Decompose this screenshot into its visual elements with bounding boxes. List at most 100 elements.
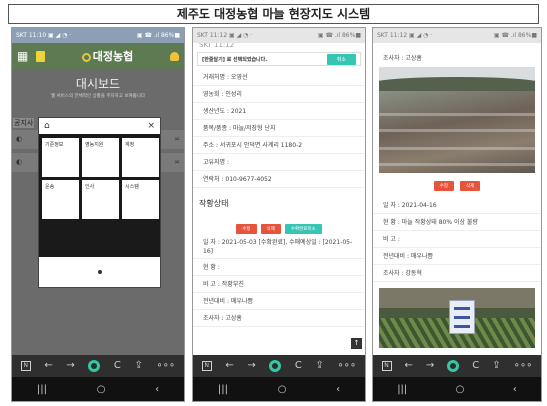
home-icon[interactable]	[269, 360, 282, 372]
field-customer: 거래처명 : 오영선	[193, 69, 365, 86]
app-logo: 대정농협	[45, 48, 170, 64]
back-arrow-icon[interactable]: ←	[405, 355, 413, 377]
field-investigator-top: 조사자 : 고상흠	[383, 55, 422, 62]
browser-nav-bar: N ← → C ⇪ ∘∘∘	[12, 355, 184, 377]
cancel-button[interactable]: 취소	[326, 53, 356, 65]
back-arrow-icon[interactable]: ←	[225, 355, 233, 377]
photo-content: 조사자 : 고상흠 수정 삭제 일 자 : 2021-04-16 현 황 : 마…	[373, 43, 541, 355]
grid-menu-icon[interactable]: ▦	[17, 49, 31, 63]
phone-dashboard-screen: SKT 11:10 ▣ ◢ ◔ · ▣ ☎ .ıl 86%■ ▦ 대정농협 대시…	[11, 27, 185, 402]
status-right: ▣ ☎ .ıl 86%■	[136, 32, 180, 39]
app-name: 대정농협	[92, 50, 134, 63]
system-back-icon[interactable]: ‹	[336, 384, 340, 395]
share-icon[interactable]: ⇪	[134, 355, 142, 377]
menu-item-account[interactable]: 계정	[122, 138, 159, 177]
field-place-name: 고유지명 :	[193, 154, 365, 171]
browser-nav-bar: N ← → C ⇪ ∘∘∘	[373, 355, 541, 377]
dashboard-title: 대시보드	[75, 77, 121, 91]
field-photo-2[interactable]	[379, 288, 535, 348]
edit-button[interactable]: 수정	[236, 224, 257, 234]
system-home-icon[interactable]: ○	[456, 384, 465, 395]
action-buttons: 수정 삭제 수확완료취소	[193, 218, 365, 238]
notice-label: 공지사	[13, 118, 35, 128]
status-right: ▣ ☎ .ıl 86%■	[493, 32, 537, 39]
home-icon[interactable]	[88, 360, 101, 372]
modal-header: ⌂ ×	[39, 118, 160, 134]
system-home-icon[interactable]: ○	[97, 384, 106, 395]
field-year: 생산년도 : 2021	[193, 103, 365, 120]
field-yoy: 전년대비 : 매우나쁨	[193, 293, 365, 310]
menu-item-system[interactable]: 시스템	[122, 180, 159, 219]
system-home-icon[interactable]: ○	[278, 384, 287, 395]
forward-arrow-icon[interactable]: →	[247, 355, 255, 377]
back-arrow-icon[interactable]: ←	[44, 355, 52, 377]
field-date: 일 자 : 2021-04-16	[373, 197, 541, 214]
chevron-icon: ≍	[174, 158, 180, 166]
system-back-icon[interactable]: ‹	[513, 384, 517, 395]
tabs-icon[interactable]: N	[201, 361, 212, 371]
field-investigator: 조사자 : 강동혁	[373, 265, 541, 282]
field-farm-group: 영농회 : 인성리	[193, 86, 365, 103]
chevron-icon: ≍	[174, 135, 180, 143]
share-icon[interactable]: ⇪	[492, 355, 500, 377]
menu-item-personnel[interactable]: 인사	[82, 180, 119, 219]
status-bar: SKT 11:12 ▣ ◢ ◔ · ▣ ☎ .ıl 86%■	[373, 28, 541, 43]
document-icon[interactable]	[36, 50, 45, 62]
detail-content: SKT 11:12 [한줄달기] 로 선택되었습니다. 취소 거래처명 : 오영…	[193, 43, 365, 355]
photo-stripe	[379, 147, 535, 150]
close-icon[interactable]: ×	[147, 121, 155, 131]
recent-apps-icon[interactable]: |||	[37, 384, 47, 395]
selection-alert: [한줄달기] 로 선택되었습니다. 취소	[197, 52, 361, 66]
more-icon[interactable]: ∘∘∘	[514, 355, 533, 377]
status-left: SKT 11:12 ▣ ◢ ◔ ·	[197, 32, 253, 39]
field-remark: 비 고 :	[373, 231, 541, 248]
status-bar: SKT 11:10 ▣ ◢ ◔ · ▣ ☎ .ıl 86%■	[12, 28, 184, 43]
field-photo[interactable]	[379, 67, 535, 173]
reload-icon[interactable]: C	[114, 355, 121, 377]
menu-item-transport[interactable]: 운송	[42, 180, 79, 219]
edit-button[interactable]: 수정	[433, 181, 454, 191]
status-right: ▣ ☎ .ıl 86%■	[317, 32, 361, 39]
photo-sign	[449, 300, 475, 334]
more-icon[interactable]: ∘∘∘	[156, 355, 175, 377]
delete-button[interactable]: 삭제	[460, 181, 481, 191]
home-icon[interactable]: ⌂	[44, 121, 50, 131]
field-item: 품목/품종 : 마늘/저장형 난지	[193, 120, 365, 137]
photo-stripe	[379, 113, 535, 116]
logo-mark-icon	[81, 52, 91, 62]
cancel-harvest-button[interactable]: 수확완료취소	[284, 224, 322, 234]
menu-grid: 기준정보 영농지원 계정 운송 인사 시스템	[39, 134, 160, 223]
more-icon[interactable]: ∘∘∘	[337, 355, 356, 377]
forward-arrow-icon[interactable]: →	[66, 355, 74, 377]
delete-button[interactable]: 삭제	[260, 224, 281, 234]
recent-apps-icon[interactable]: |||	[397, 384, 407, 395]
menu-item-basic-info[interactable]: 기준정보	[42, 138, 79, 177]
user-icon[interactable]	[170, 51, 179, 61]
scroll-top-button[interactable]: ↑	[351, 338, 362, 349]
tabs-icon[interactable]: N	[20, 361, 31, 371]
field-address: 주소 : 서귀포시 안덕면 사계리 1180-2	[193, 137, 365, 154]
modal-footer	[39, 257, 160, 287]
menu-item-farming-support[interactable]: 영농지원	[82, 138, 119, 177]
status-left: SKT 11:10 ▣ ◢ ◔ ·	[16, 32, 72, 39]
reload-icon[interactable]: C	[472, 355, 479, 377]
dashboard-subtitle: 웹 서비스의 전체적인 상황을 주차하고 보여줍니다	[50, 94, 146, 99]
field-status: 현 황 : 마늘 작황상태 80% 이상 불량	[373, 214, 541, 231]
system-nav-bar: ||| ○ ‹	[373, 377, 541, 401]
field-status: 현 황 :	[193, 259, 365, 276]
section-title-crop-status: 작황상태	[199, 199, 229, 208]
reload-icon[interactable]: C	[295, 355, 302, 377]
page-indicator	[98, 270, 102, 274]
system-back-icon[interactable]: ‹	[155, 384, 159, 395]
share-icon[interactable]: ⇪	[315, 355, 323, 377]
chevron-icon: ◐	[16, 135, 23, 143]
browser-nav-bar: N ← → C ⇪ ∘∘∘	[193, 355, 365, 377]
phone-photo-screen: SKT 11:12 ▣ ◢ ◔ · ▣ ☎ .ıl 86%■ 조사자 : 고상흠…	[372, 27, 542, 402]
home-icon[interactable]	[447, 360, 460, 372]
tabs-icon[interactable]: N	[381, 361, 392, 371]
phone-detail-screen: SKT 11:12 ▣ ◢ ◔ · ▣ ☎ .ıl 86%■ SKT 11:12…	[192, 27, 366, 402]
photo-stripe	[379, 163, 535, 166]
forward-arrow-icon[interactable]: →	[426, 355, 434, 377]
system-nav-bar: ||| ○ ‹	[193, 377, 365, 401]
recent-apps-icon[interactable]: |||	[218, 384, 228, 395]
